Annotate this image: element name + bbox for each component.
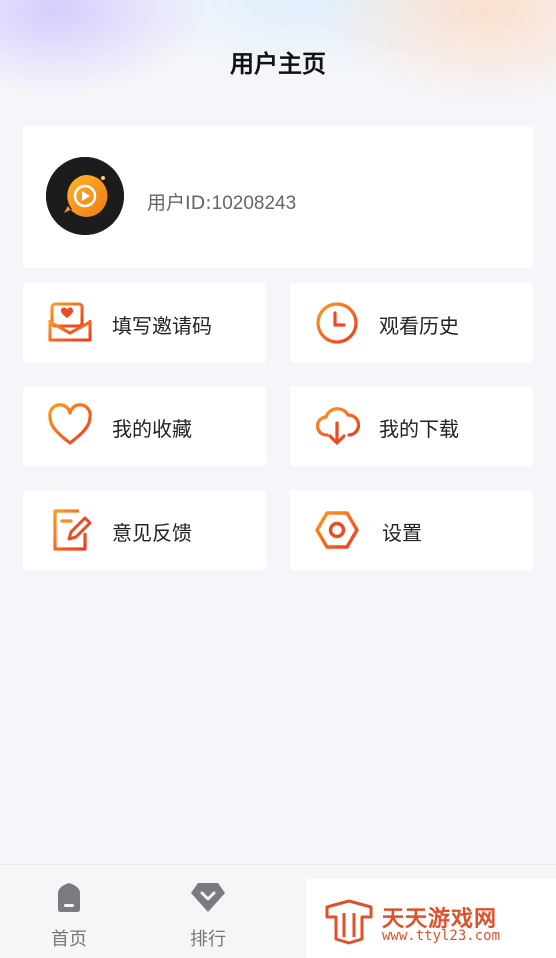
watermark: 天天游戏网 www.ttyl23.com (306, 879, 556, 958)
clock-icon (314, 300, 360, 346)
nav-label: 排行 (190, 929, 226, 950)
cloud-download-icon (314, 403, 361, 449)
menu-downloads[interactable]: 我的下载 (290, 386, 533, 466)
watermark-logo-icon (324, 899, 374, 945)
ranking-diamond-icon (191, 881, 225, 913)
page-title: 用户主页 (230, 50, 326, 78)
user-id-text: 用户ID:10208243 (147, 188, 296, 215)
menu-invite-code[interactable]: 填写邀请码 (23, 283, 266, 363)
menu-settings[interactable]: 设置 (290, 490, 533, 570)
menu-favorites[interactable]: 我的收藏 (23, 386, 266, 466)
menu-label: 我的下载 (379, 417, 459, 441)
menu-label: 设置 (382, 521, 422, 545)
profile-card[interactable]: 用户ID:10208243 (23, 126, 533, 268)
menu-label: 我的收藏 (112, 417, 192, 441)
menu-label: 意见反馈 (112, 521, 192, 545)
avatar[interactable] (46, 157, 124, 235)
user-id-value: 10208243 (211, 193, 297, 214)
menu-label: 填写邀请码 (112, 314, 212, 338)
edit-note-icon (47, 507, 93, 553)
nav-home[interactable]: 首页 (24, 865, 114, 958)
settings-hex-icon (314, 507, 360, 553)
envelope-heart-icon (47, 300, 93, 346)
watermark-url: www.ttyl23.com (382, 928, 501, 944)
nav-ranking[interactable]: 排行 (163, 865, 253, 958)
app-logo-icon (46, 157, 124, 235)
user-id-label: 用户ID: (147, 192, 212, 214)
nav-label: 首页 (51, 929, 87, 950)
heart-icon (47, 403, 93, 449)
menu-feedback[interactable]: 意见反馈 (23, 490, 266, 570)
menu-watch-history[interactable]: 观看历史 (290, 283, 533, 363)
menu-label: 观看历史 (379, 314, 459, 338)
home-icon (54, 881, 84, 913)
